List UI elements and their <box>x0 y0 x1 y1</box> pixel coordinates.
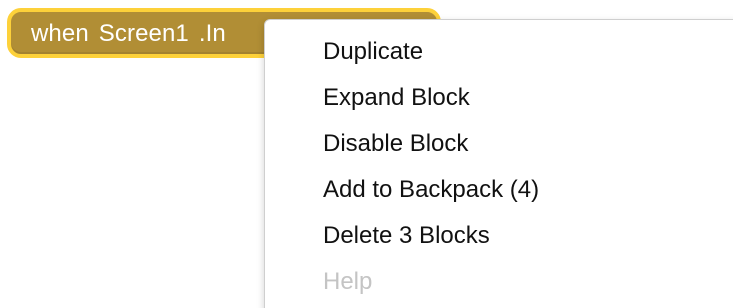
block-event-name: .In <box>198 20 226 47</box>
block-context-menu: Duplicate Expand Block Disable Block Add… <box>264 19 733 308</box>
menu-item-duplicate[interactable]: Duplicate <box>265 32 733 78</box>
block-component-name: Screen1 <box>98 20 189 47</box>
menu-item-disable-block[interactable]: Disable Block <box>265 124 733 170</box>
menu-item-add-to-backpack[interactable]: Add to Backpack (4) <box>265 170 733 216</box>
menu-item-expand-block[interactable]: Expand Block <box>265 78 733 124</box>
block-label: when Screen1 .In <box>31 21 226 47</box>
blocks-workspace[interactable]: when Screen1 .In Duplicate Expand Block Di… <box>0 0 733 308</box>
menu-item-delete-blocks[interactable]: Delete 3 Blocks <box>265 216 733 262</box>
menu-item-help: Help <box>323 268 373 295</box>
block-keyword: when <box>31 20 89 47</box>
